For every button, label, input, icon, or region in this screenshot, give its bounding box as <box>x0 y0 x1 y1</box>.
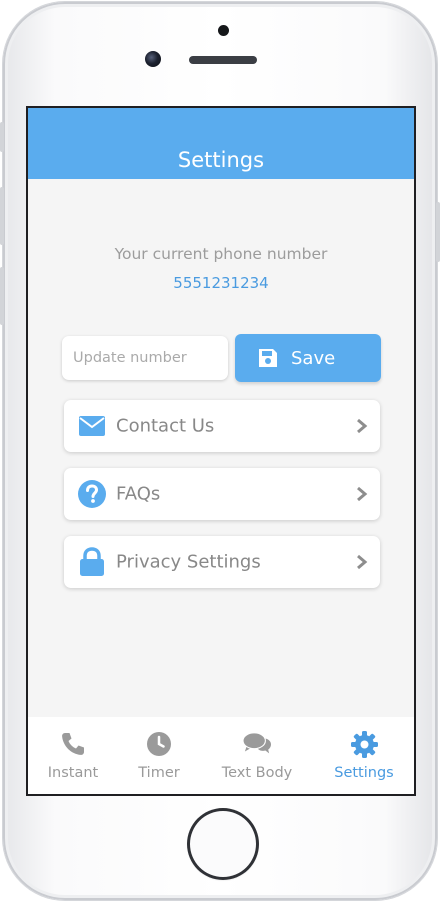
tab-settings[interactable]: Settings <box>328 717 400 794</box>
phone-icon <box>59 730 87 758</box>
tab-label: Text Body <box>221 765 293 781</box>
home-button[interactable] <box>187 808 259 880</box>
mute-switch <box>0 122 4 152</box>
update-number-input[interactable] <box>62 336 228 380</box>
current-phone-value: 5551231234 <box>173 274 269 292</box>
clock-icon <box>145 730 173 758</box>
chevron-right-icon <box>356 418 368 434</box>
envelope-icon <box>78 412 106 440</box>
app-screen: Settings Your current phone number 55512… <box>26 106 416 796</box>
chevron-right-icon <box>356 486 368 502</box>
gear-icon <box>350 730 378 758</box>
menu-item-label: FAQs <box>116 483 161 505</box>
tab-label: Instant <box>47 765 99 781</box>
page-title: Settings <box>177 148 265 172</box>
power-button <box>436 202 440 262</box>
chevron-right-icon <box>356 554 368 570</box>
current-phone-label: Your current phone number <box>114 245 328 263</box>
volume-down-button <box>0 267 4 325</box>
tab-timer[interactable]: Timer <box>124 717 194 794</box>
chat-bubbles-icon <box>243 730 271 758</box>
menu-item-contact-us[interactable]: Contact Us <box>64 400 380 452</box>
menu-item-label: Contact Us <box>116 415 215 437</box>
menu-item-label: Privacy Settings <box>116 551 261 573</box>
tab-label: Timer <box>138 765 180 781</box>
lock-icon <box>78 547 106 576</box>
tab-text-body[interactable]: Text Body <box>212 717 302 794</box>
proximity-sensor <box>218 25 229 36</box>
volume-up-button <box>0 187 4 245</box>
tab-label: Settings <box>334 765 394 781</box>
front-camera <box>145 51 161 67</box>
earpiece-speaker <box>189 56 257 64</box>
menu-item-privacy-settings[interactable]: Privacy Settings <box>64 536 380 588</box>
app-header: Settings <box>28 108 414 179</box>
tab-instant[interactable]: Instant <box>38 717 108 794</box>
menu-item-faqs[interactable]: FAQs <box>64 468 380 520</box>
question-circle-icon <box>78 480 106 508</box>
save-button-label: Save <box>291 347 336 369</box>
floppy-disk-icon <box>257 347 279 369</box>
tab-bar: Instant Timer Text Body Settings <box>28 717 414 794</box>
save-button[interactable]: Save <box>235 334 381 382</box>
